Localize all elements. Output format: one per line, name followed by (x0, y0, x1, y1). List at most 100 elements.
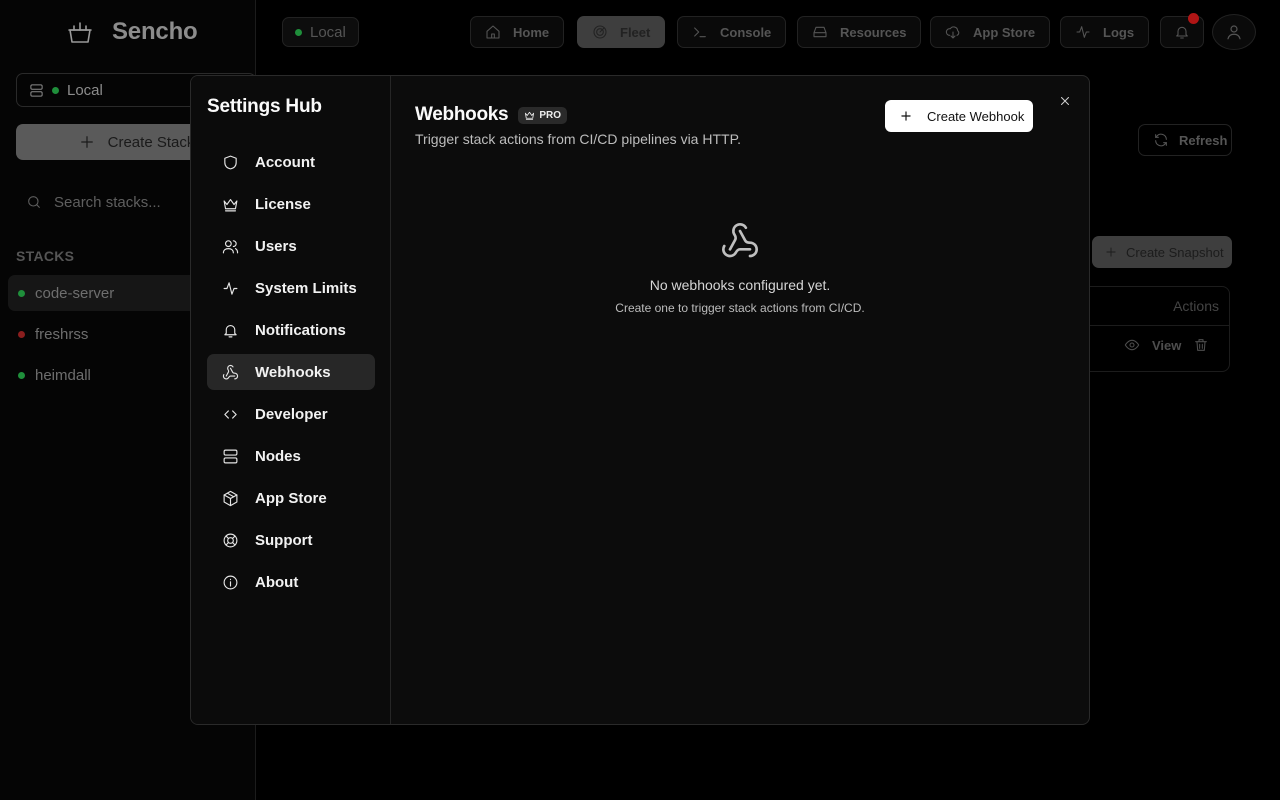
refresh-button[interactable]: Refresh (1138, 124, 1232, 156)
refresh-icon (1155, 133, 1167, 147)
terminal-icon (694, 27, 706, 38)
snapshot-table: Actions View (1088, 286, 1230, 372)
info-icon (223, 575, 238, 589)
pro-badge: PRO (518, 106, 567, 124)
settings-item-system-limits[interactable]: System Limits (207, 270, 375, 306)
eye-icon (1124, 339, 1140, 351)
nav-label: Logs (1103, 24, 1135, 40)
create-snapshot-label: Create Snapshot (1126, 244, 1224, 260)
settings-item-label: Notifications (255, 321, 346, 339)
settings-item-label: License (255, 195, 311, 213)
package-icon (223, 490, 238, 506)
settings-item-about[interactable]: About (207, 564, 375, 600)
empty-state-subtitle: Create one to trigger stack actions from… (615, 301, 865, 315)
hard-drive-icon (813, 26, 827, 38)
settings-item-account[interactable]: Account (207, 144, 375, 180)
plus-icon (80, 136, 93, 148)
close-button[interactable] (1056, 92, 1074, 110)
settings-item-nodes[interactable]: Nodes (207, 438, 375, 474)
node-status-dot (52, 86, 59, 94)
settings-item-label: Account (255, 153, 315, 171)
server-icon (223, 449, 238, 463)
create-webhook-label: Create Webhook (927, 108, 1025, 124)
create-stack-label: Create Stack (107, 133, 195, 151)
settings-item-license[interactable]: License (207, 186, 375, 222)
activity-icon (1076, 26, 1090, 38)
settings-item-webhooks[interactable]: Webhooks (207, 354, 375, 390)
server-icon (30, 83, 43, 97)
nav-fleet[interactable]: Fleet (577, 16, 666, 48)
webhook-icon (222, 364, 239, 379)
webhooks-panel: Webhooks PRO Trigger stack actions from … (391, 76, 1089, 724)
user-menu-button[interactable] (1212, 14, 1256, 50)
settings-item-label: Nodes (255, 447, 301, 465)
page-subtitle: Trigger stack actions from CI/CD pipelin… (415, 131, 741, 147)
nav-resources[interactable]: Resources (797, 16, 922, 48)
plus-icon (1106, 247, 1116, 257)
settings-item-label: Developer (255, 405, 328, 423)
brand: Sencho (66, 18, 198, 46)
bell-icon (1176, 26, 1188, 39)
stack-name: code-server (35, 284, 115, 302)
table-row: View (1124, 337, 1209, 353)
nav-label: Fleet (620, 24, 651, 40)
bell-icon (224, 324, 237, 337)
top-node-indicator[interactable]: Local (282, 17, 359, 47)
actions-column-header: Actions (1173, 298, 1219, 314)
settings-item-label: About (255, 573, 299, 591)
table-divider (1088, 325, 1229, 326)
close-icon (1060, 96, 1070, 106)
crown-icon (525, 111, 535, 120)
create-webhook-button[interactable]: Create Webhook (885, 100, 1033, 132)
plus-icon (901, 111, 911, 121)
radar-icon (593, 25, 607, 39)
settings-item-label: App Store (255, 489, 327, 507)
settings-menu: Account License Users System Limits Noti… (207, 144, 375, 606)
settings-item-notifications[interactable]: Notifications (207, 312, 375, 348)
settings-item-label: System Limits (255, 279, 357, 297)
shield-icon (224, 155, 237, 169)
pro-badge-label: PRO (539, 109, 561, 121)
code-icon (224, 409, 237, 419)
node-status-dot (295, 28, 302, 36)
trash-icon[interactable] (1193, 337, 1209, 353)
nav-console[interactable]: Console (677, 16, 787, 48)
nav-logs[interactable]: Logs (1060, 16, 1150, 48)
settings-item-label: Webhooks (255, 363, 331, 381)
settings-sidebar: Settings Hub Account License Users Syste… (191, 76, 391, 724)
stack-status-dot (18, 289, 25, 297)
settings-item-label: Support (255, 531, 313, 549)
user-icon (1227, 25, 1241, 40)
settings-item-support[interactable]: Support (207, 522, 375, 558)
page-title: Webhooks (415, 104, 509, 125)
brand-name: Sencho (112, 18, 198, 45)
nav-label: App Store (973, 24, 1036, 40)
settings-item-label: Users (255, 237, 297, 255)
stack-status-dot (18, 330, 25, 338)
notifications-button[interactable] (1160, 13, 1204, 48)
sencho-logo-icon (68, 22, 92, 43)
create-snapshot-button[interactable]: Create Snapshot (1092, 236, 1232, 268)
nav-home[interactable]: Home (470, 16, 565, 48)
node-selector-label: Local (67, 81, 103, 99)
crown-icon (223, 198, 238, 211)
view-button[interactable]: View (1152, 338, 1181, 353)
empty-state-title: No webhooks configured yet. (649, 277, 831, 293)
notification-badge (1188, 13, 1199, 24)
page-title-row: Webhooks PRO (415, 104, 567, 126)
empty-state: No webhooks configured yet. Create one t… (415, 221, 1065, 315)
life-buoy-icon (223, 533, 238, 547)
settings-item-developer[interactable]: Developer (207, 396, 375, 432)
settings-hub-title: Settings Hub (207, 96, 322, 117)
home-icon (486, 25, 500, 39)
search-icon (28, 196, 40, 208)
users-icon (222, 239, 239, 253)
nav-label: Console (720, 24, 772, 40)
settings-item-users[interactable]: Users (207, 228, 375, 264)
top-node-label: Local (310, 23, 346, 41)
settings-item-app-store[interactable]: App Store (207, 480, 375, 516)
nav-app-store[interactable]: App Store (930, 16, 1051, 48)
stack-name: freshrss (35, 325, 89, 343)
activity-icon (223, 281, 238, 295)
stack-status-dot (18, 371, 25, 379)
